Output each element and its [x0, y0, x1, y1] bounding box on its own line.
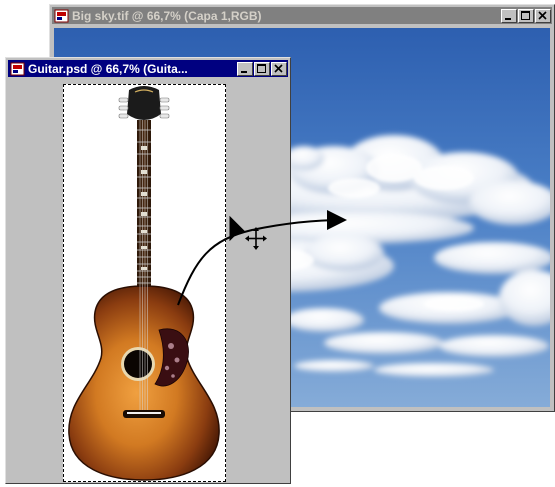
minimize-button[interactable] — [237, 61, 253, 76]
guitar-titlebar[interactable]: Guitar.psd @ 66,7% (Guita... — [8, 60, 288, 77]
close-icon — [538, 10, 547, 20]
maximize-icon — [521, 10, 530, 20]
maximize-button[interactable] — [254, 61, 270, 76]
close-button[interactable] — [535, 8, 551, 23]
photoshop-document-icon — [54, 9, 69, 22]
minimize-icon — [505, 17, 511, 20]
close-icon — [274, 63, 283, 73]
guitar-title: Guitar.psd @ 66,7% (Guita... — [28, 61, 188, 76]
big-sky-title: Big sky.tif @ 66,7% (Capa 1,RGB) — [72, 8, 262, 23]
big-sky-titlebar[interactable]: Big sky.tif @ 66,7% (Capa 1,RGB) — [52, 7, 552, 24]
guitar-image-canvas[interactable] — [10, 81, 286, 483]
acoustic-guitar-image — [68, 86, 220, 481]
maximize-button[interactable] — [518, 8, 534, 23]
guitar-document-window[interactable]: Guitar.psd @ 66,7% (Guita... — [5, 57, 291, 484]
guitar-layer-selection[interactable] — [63, 84, 226, 482]
minimize-icon — [241, 70, 247, 73]
close-button[interactable] — [271, 61, 287, 76]
maximize-icon — [257, 63, 266, 73]
minimize-button[interactable] — [501, 8, 517, 23]
photoshop-document-icon — [10, 62, 25, 75]
